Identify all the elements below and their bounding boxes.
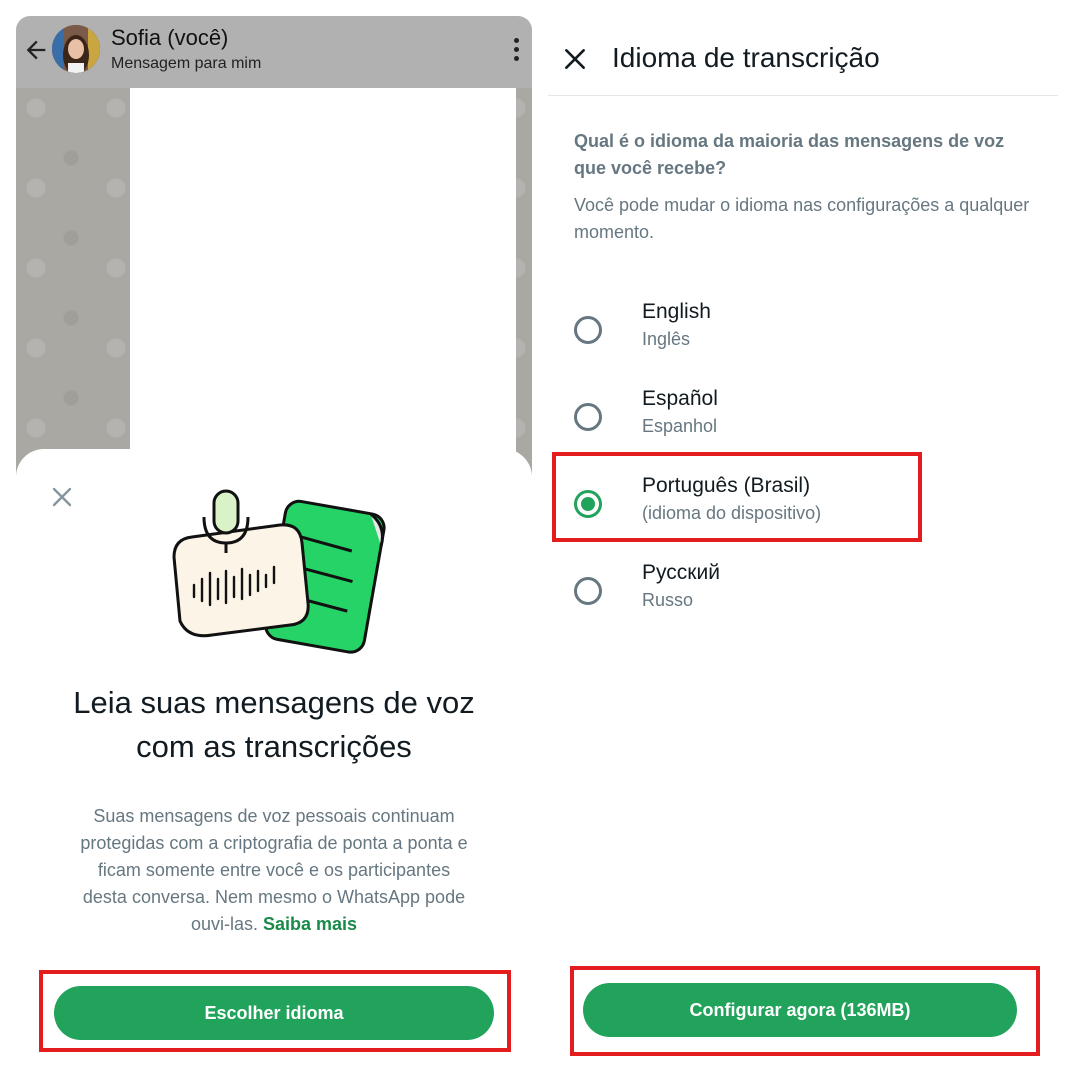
kebab-menu-icon[interactable] bbox=[512, 38, 520, 64]
language-name: Русский bbox=[642, 561, 720, 584]
close-icon[interactable] bbox=[50, 485, 74, 509]
highlight-box-portugues bbox=[552, 452, 922, 542]
chat-screen: Sofia (você) Mensagem para mim Leia suas… bbox=[16, 16, 532, 1080]
sheet-title: Leia suas mensagens de voz com as transc… bbox=[73, 685, 475, 764]
radio-button[interactable] bbox=[574, 403, 602, 431]
highlight-box-configure-now bbox=[570, 966, 1040, 1056]
transcription-language-screen: Idioma de transcrição Qual é o idioma da… bbox=[548, 0, 1080, 1080]
radio-button[interactable] bbox=[574, 316, 602, 344]
language-hint: Você pode mudar o idioma nas configuraçõ… bbox=[574, 195, 1030, 242]
language-subtitle: Espanhol bbox=[642, 416, 718, 436]
highlight-box-choose-language bbox=[39, 970, 511, 1052]
chat-message-area bbox=[130, 88, 516, 488]
chat-header: Sofia (você) Mensagem para mim bbox=[16, 16, 532, 88]
language-option-russian[interactable]: Русский Russo bbox=[548, 557, 1028, 637]
avatar[interactable] bbox=[52, 25, 100, 73]
language-option-espanol[interactable]: Español Espanhol bbox=[548, 383, 1028, 463]
language-question: Qual é o idioma da maioria das mensagens… bbox=[574, 131, 1005, 178]
close-icon[interactable] bbox=[562, 46, 588, 72]
language-name: Español bbox=[642, 387, 718, 410]
language-subtitle: Inglês bbox=[642, 329, 691, 349]
page-title: Idioma de transcrição bbox=[612, 42, 880, 73]
sheet-description: Suas mensagens de voz pessoais continuam… bbox=[74, 803, 474, 938]
chat-title[interactable]: Sofia (você) bbox=[111, 25, 228, 51]
learn-more-link[interactable]: Saiba mais bbox=[263, 914, 357, 934]
language-subtitle: Russo bbox=[642, 590, 694, 610]
chat-subtitle: Mensagem para mim bbox=[111, 55, 262, 72]
radio-button[interactable] bbox=[574, 577, 602, 605]
back-arrow-icon[interactable] bbox=[22, 36, 50, 64]
divider bbox=[548, 95, 1058, 96]
voice-transcription-illustration bbox=[172, 489, 386, 654]
language-name: English bbox=[642, 300, 711, 323]
language-option-english[interactable]: English Inglês bbox=[548, 296, 1028, 376]
